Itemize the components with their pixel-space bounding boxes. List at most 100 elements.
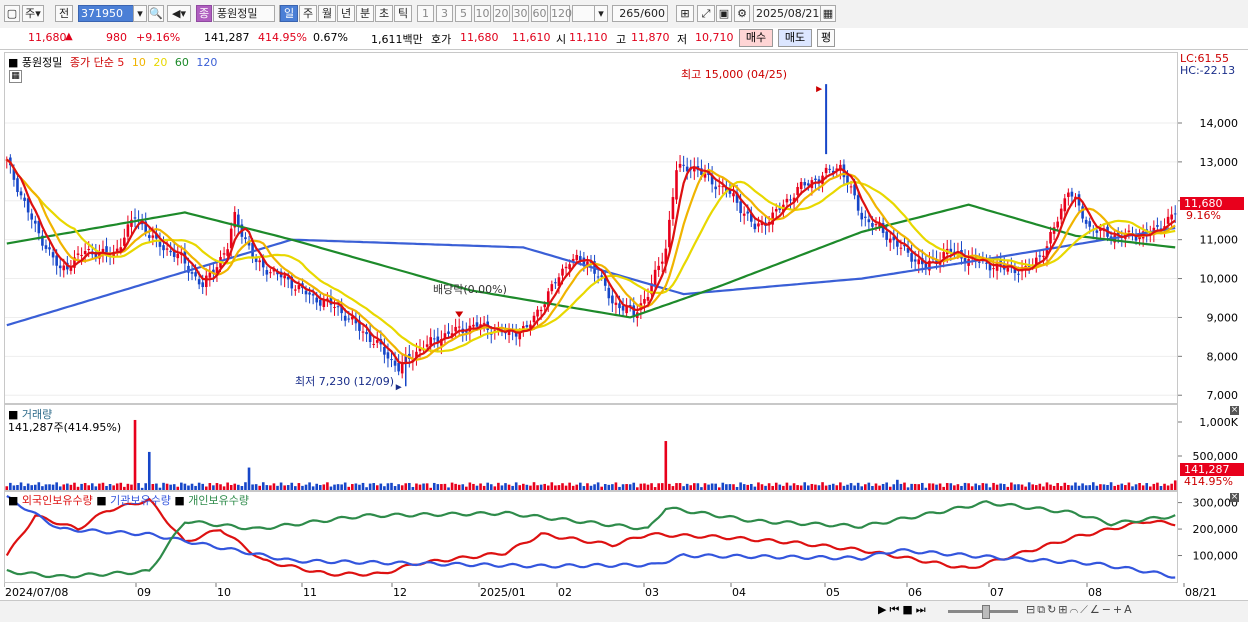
interval-20[interactable]: 20 xyxy=(493,5,510,22)
gear-icon[interactable]: ⚙ xyxy=(734,5,750,22)
volume-bar xyxy=(728,484,732,490)
volume-bar xyxy=(924,487,928,490)
period-month[interactable]: 월 xyxy=(318,5,336,22)
forward-icon[interactable]: ⏭ xyxy=(916,603,929,616)
period-tick[interactable]: 틱 xyxy=(394,5,412,22)
volume-chart[interactable] xyxy=(5,405,1177,490)
interval-30[interactable]: 30 xyxy=(512,5,529,22)
volume-bar xyxy=(607,484,611,490)
volume-bar xyxy=(1077,485,1081,490)
stock-type-badge: 종 xyxy=(196,5,212,22)
volume-bar xyxy=(16,485,19,490)
volume-bar xyxy=(1081,483,1084,490)
split-icon[interactable]: ⊞ xyxy=(1058,603,1069,616)
interval-3[interactable]: 3 xyxy=(436,5,453,22)
price-tick-label: 11,000 xyxy=(1200,234,1239,247)
rewind-icon[interactable]: ⏮ xyxy=(889,603,902,616)
volume-bar xyxy=(685,483,689,490)
code-input[interactable]: 371950 xyxy=(78,5,136,22)
candle-body xyxy=(849,186,853,188)
date-tick-label: 07 xyxy=(990,586,1004,599)
date-tick-label: 2025/01 xyxy=(480,586,526,599)
holdings-pane[interactable]: ■ 외국인보유수량 ■ 기관보유수량 ■ 개인보유수량 xyxy=(4,491,1178,583)
volume-bar xyxy=(799,485,803,490)
line-tool-icon[interactable]: ⟋ xyxy=(1080,603,1090,616)
angle-tool-icon[interactable]: ∠ xyxy=(1090,603,1102,616)
interval-1[interactable]: 1 xyxy=(417,5,434,22)
candle-body xyxy=(607,287,611,299)
magnet-icon[interactable]: ⌒ xyxy=(1070,603,1081,616)
close-icon[interactable]: × xyxy=(1230,493,1239,502)
save-icon[interactable]: ▣ xyxy=(716,5,732,22)
sell-button[interactable]: 매도 xyxy=(778,29,812,47)
speaker-icon[interactable]: ◀▾ xyxy=(167,5,191,22)
volume-bar xyxy=(429,487,432,490)
stop-icon[interactable]: ■ xyxy=(902,603,915,616)
plus-icon[interactable]: + xyxy=(1113,603,1124,616)
layout-icon[interactable]: ▢ xyxy=(4,5,20,22)
volume-bar xyxy=(874,483,878,490)
volume-bar xyxy=(1002,484,1006,490)
candle-body xyxy=(874,224,878,226)
volume-bar xyxy=(272,483,276,490)
tool-icons[interactable]: ⊟⧉↻⊞⌒⟋∠−+A xyxy=(1026,603,1134,617)
candle-body xyxy=(429,337,432,346)
candle-body xyxy=(158,241,162,247)
mode-label: 주 xyxy=(25,7,36,20)
play-icon[interactable]: ▶ xyxy=(878,603,889,616)
high-arrow-icon xyxy=(816,86,823,93)
scroll-controls[interactable]: ▶⏮■⏭ xyxy=(878,603,929,617)
grid-toggle-icon[interactable]: ▦ xyxy=(9,70,22,83)
volume-bar xyxy=(992,482,995,490)
individual-legend: 개인보유수량 xyxy=(188,494,250,507)
layout-icon[interactable]: ⊟ xyxy=(1026,603,1037,616)
eval-button[interactable]: 평 xyxy=(817,29,835,47)
crosshair-icon[interactable]: ⊞ xyxy=(676,5,694,22)
volume-bar xyxy=(518,485,522,490)
candle-body xyxy=(828,168,831,170)
copy-icon[interactable]: ⧉ xyxy=(1037,603,1047,616)
volume-bar xyxy=(315,483,319,490)
candle-body xyxy=(1056,221,1059,228)
volume-bar xyxy=(1170,483,1173,490)
prev-button[interactable]: 전 xyxy=(55,5,73,22)
code-dropdown-icon[interactable]: ▾ xyxy=(133,5,147,22)
volume-bar xyxy=(450,482,454,490)
ma-legend-prefix: 종가 단순 xyxy=(69,56,114,69)
candle-body xyxy=(1070,191,1074,197)
price-tick-label: 8,000 xyxy=(1207,350,1239,363)
date-input[interactable]: 2025/08/21 xyxy=(753,5,823,22)
interval-120[interactable]: 120 xyxy=(550,5,572,22)
zoom-out-icon[interactable]: − xyxy=(1102,603,1113,616)
candle-body xyxy=(1156,225,1159,227)
interval-60[interactable]: 60 xyxy=(531,5,548,22)
interval-5[interactable]: 5 xyxy=(455,5,472,22)
volume-bar xyxy=(169,484,172,490)
search-icon[interactable]: 🔍 xyxy=(148,5,164,22)
volume-bar xyxy=(543,483,546,490)
volume-pane[interactable]: ■ 거래량 141,287주(414.95%) xyxy=(4,404,1178,491)
volume-bar xyxy=(974,483,978,490)
zoom-slider-handle[interactable] xyxy=(982,605,990,619)
period-minute[interactable]: 분 xyxy=(356,5,374,22)
buy-button[interactable]: 매수 xyxy=(739,29,773,47)
calendar-icon[interactable]: ▦ xyxy=(820,5,836,22)
date-tick-label: 11 xyxy=(303,586,317,599)
close-icon[interactable]: × xyxy=(1230,406,1239,415)
price-pane[interactable]: ■ 풍원정밀 종가 단순 5 10 20 60 120 ▦ 최고 15,000 … xyxy=(4,52,1178,404)
volume-bar xyxy=(119,482,123,490)
volume-bar xyxy=(422,483,425,490)
period-day[interactable]: 일 xyxy=(280,5,298,22)
volume-bar xyxy=(529,485,532,490)
font-icon[interactable]: A xyxy=(1124,603,1134,616)
mode-select[interactable]: 주▾ xyxy=(22,5,44,22)
count-field[interactable]: 265/600 xyxy=(612,5,668,22)
interval-10[interactable]: 10 xyxy=(474,5,491,22)
period-second[interactable]: 초 xyxy=(375,5,393,22)
price-chart[interactable] xyxy=(5,53,1177,403)
interval-dropdown-icon[interactable]: ▾ xyxy=(594,5,608,22)
draw-tool-icon[interactable]: ⤢ xyxy=(697,5,715,22)
period-week[interactable]: 주 xyxy=(299,5,317,22)
refresh-icon[interactable]: ↻ xyxy=(1047,603,1058,616)
period-year[interactable]: 년 xyxy=(337,5,355,22)
